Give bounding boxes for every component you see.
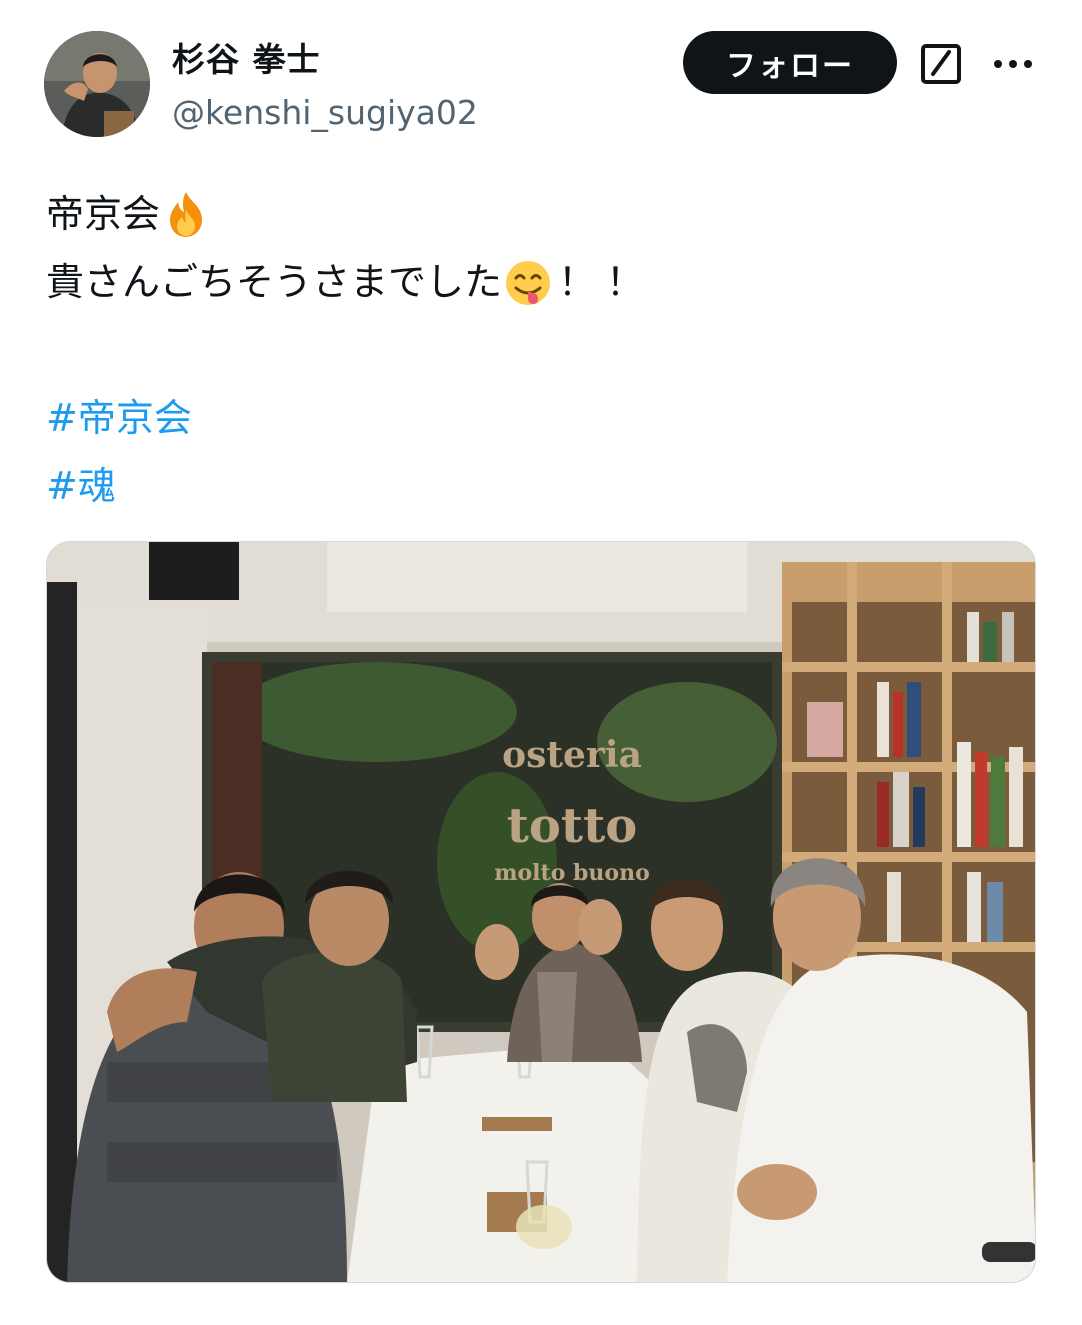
hashtag-line-2: #魂 (46, 452, 1036, 520)
tweet-line-2-text: 貴さんごちそうさまでした (46, 260, 503, 304)
sign-line-1: osteria (502, 734, 642, 776)
fire-emoji-icon (160, 188, 212, 240)
hashtag-teikyokai[interactable]: #帝京会 (46, 384, 192, 452)
avatar[interactable] (44, 31, 150, 137)
window-sign: osteria totto molto buono (494, 734, 650, 886)
hashtag-tamashii[interactable]: #魂 (46, 452, 116, 520)
sign-line-3: molto buono (494, 860, 650, 886)
tweet-line-2: 貴さんごちそうさまでした ！！ (46, 248, 1036, 316)
display-name[interactable]: 杉谷 拳士 (172, 38, 321, 82)
tweet-photo[interactable]: osteria totto molto buono (46, 541, 1036, 1283)
speaker (149, 542, 239, 600)
tweet-line-2-suffix: ！！ (558, 260, 655, 304)
sign-line-2: totto (507, 798, 638, 854)
hashtag-line-1: #帝京会 (46, 384, 1036, 452)
tweet-line-1-text: 帝京会 (46, 192, 161, 236)
tweet-line-1: 帝京会 (46, 180, 1036, 248)
tweet-header: 杉谷 拳士 @kenshi_sugiya02 フォロー (0, 0, 1082, 150)
follow-button[interactable]: フォロー (683, 31, 897, 94)
grok-edit-icon[interactable] (919, 42, 963, 86)
ceiling-ac-unit (327, 542, 747, 612)
user-handle[interactable]: @kenshi_sugiya02 (172, 91, 478, 135)
face-savoring-food-emoji-icon (502, 256, 554, 308)
tweet-text: 帝京会 貴さんごちそうさまでした ！！ #帝京会 #魂 (46, 180, 1036, 520)
more-options-icon[interactable] (990, 44, 1036, 84)
